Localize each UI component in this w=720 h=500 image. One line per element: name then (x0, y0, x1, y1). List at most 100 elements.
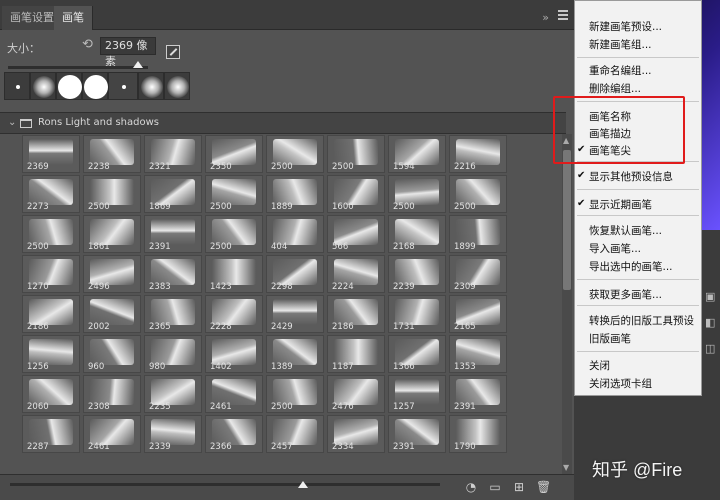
recent-brush-6[interactable] (138, 72, 164, 100)
brush-preset-cell[interactable]: 2186 (22, 295, 80, 333)
brush-preset-cell[interactable]: 2500 (266, 135, 324, 173)
brush-preset-cell[interactable]: 1731 (388, 295, 446, 333)
brush-preset-cell[interactable]: 1594 (388, 135, 446, 173)
brush-preset-cell[interactable]: 2369 (22, 135, 80, 173)
reset-icon[interactable]: ⟲ (82, 37, 96, 52)
brush-preset-cell[interactable]: 2287 (22, 415, 80, 453)
brush-preset-cell[interactable]: 980 (144, 335, 202, 373)
brush-preset-cell[interactable]: 2457 (266, 415, 324, 453)
brush-preset-cell[interactable]: 1790 (449, 415, 507, 453)
brush-preset-cell[interactable]: 1402 (205, 335, 263, 373)
menu-item[interactable]: 恢复默认画笔... (589, 223, 662, 239)
menu-item[interactable]: 新建画笔预设... (589, 19, 662, 35)
recent-brush-3[interactable] (56, 72, 82, 100)
tab-brushes[interactable]: 画笔 (54, 6, 93, 30)
brush-edit-icon[interactable] (166, 45, 180, 59)
brush-preset-cell[interactable]: 566 (327, 215, 385, 253)
recent-brush-7[interactable] (164, 72, 190, 100)
brush-preset-cell[interactable]: 1600 (327, 175, 385, 213)
brush-preset-cell[interactable]: 1869 (144, 175, 202, 213)
size-slider-thumb[interactable] (133, 61, 143, 68)
brush-preset-cell[interactable]: 2002 (83, 295, 141, 333)
menu-item[interactable]: 显示其他预设信息 (589, 169, 673, 185)
brush-preset-cell[interactable]: 1899 (449, 215, 507, 253)
menu-item[interactable]: 显示近期画笔 (589, 197, 652, 213)
brush-preset-cell[interactable]: 2461 (83, 415, 141, 453)
brush-preset-cell[interactable]: 2391 (449, 375, 507, 413)
brush-preset-cell[interactable]: 404 (266, 215, 324, 253)
brush-preset-cell[interactable]: 2321 (144, 135, 202, 173)
collapse-panels-icon[interactable]: » (542, 11, 552, 24)
recent-brush-4[interactable] (82, 72, 108, 100)
thumb-size-slider-thumb[interactable] (298, 481, 308, 488)
menu-item[interactable]: 删除编组... (589, 81, 641, 97)
menu-item[interactable]: 重命名编组... (589, 63, 652, 79)
recent-brush-1[interactable] (4, 72, 30, 100)
brush-preset-cell[interactable]: 2383 (144, 255, 202, 293)
thumb-size-slider[interactable] (10, 483, 440, 486)
panel-menu-icon[interactable] (558, 10, 568, 20)
eye-brush-icon[interactable]: ◔ (464, 480, 478, 494)
brush-preset-cell[interactable]: 2224 (327, 255, 385, 293)
brush-preset-cell[interactable]: 2461 (205, 375, 263, 413)
brush-preset-cell[interactable]: 1889 (266, 175, 324, 213)
brush-preset-cell[interactable]: 2500 (327, 135, 385, 173)
menu-item[interactable]: 旧版画笔 (589, 331, 631, 347)
brush-preset-cell[interactable]: 2350 (205, 135, 263, 173)
brush-preset-cell[interactable]: 2238 (83, 135, 141, 173)
size-input[interactable]: 2369 像素 (100, 37, 156, 68)
brush-preset-cell[interactable]: 2391 (144, 215, 202, 253)
brush-preset-cell[interactable]: 2500 (83, 175, 141, 213)
grid-scrollbar[interactable]: ▲ ▼ (562, 134, 572, 474)
brush-preset-cell[interactable]: 2308 (83, 375, 141, 413)
menu-item[interactable]: 关闭选项卡组 (589, 376, 652, 392)
brush-preset-cell[interactable]: 2309 (449, 255, 507, 293)
trash-icon[interactable]: 🗑 (536, 480, 551, 494)
brush-preset-cell[interactable]: 1256 (22, 335, 80, 373)
menu-item[interactable]: 关闭 (589, 358, 610, 374)
brush-folder-header[interactable]: ⌄ Rons Light and shadows (0, 112, 566, 134)
brush-preset-cell[interactable]: 2239 (388, 255, 446, 293)
brush-preset-cell[interactable]: 1366 (388, 335, 446, 373)
brush-preset-cell[interactable]: 1187 (327, 335, 385, 373)
brush-preset-cell[interactable]: 2273 (22, 175, 80, 213)
scroll-thumb[interactable] (563, 150, 571, 290)
brush-preset-cell[interactable]: 2216 (449, 135, 507, 173)
brush-preset-cell[interactable]: 2500 (205, 215, 263, 253)
brush-preset-cell[interactable]: 2391 (388, 415, 446, 453)
brush-preset-cell[interactable]: 2496 (83, 255, 141, 293)
brush-preset-cell[interactable]: 2334 (327, 415, 385, 453)
brush-preset-cell[interactable]: 2060 (22, 375, 80, 413)
brush-preset-cell[interactable]: 2500 (205, 175, 263, 213)
menu-item[interactable]: 获取更多画笔... (589, 287, 662, 303)
menu-item[interactable]: 新建画笔组... (589, 37, 652, 53)
brush-preset-cell[interactable]: 2365 (144, 295, 202, 333)
brush-preset-cell[interactable]: 2476 (327, 375, 385, 413)
brush-preset-cell[interactable]: 2165 (449, 295, 507, 333)
size-slider[interactable] (8, 66, 148, 69)
brush-preset-cell[interactable]: 2339 (144, 415, 202, 453)
brush-preset-cell[interactable]: 2366 (205, 415, 263, 453)
menu-item[interactable]: 导入画笔... (589, 241, 641, 257)
brush-preset-cell[interactable]: 2186 (327, 295, 385, 333)
brush-preset-cell[interactable]: 1270 (22, 255, 80, 293)
brush-preset-cell[interactable]: 1423 (205, 255, 263, 293)
menu-item[interactable]: 导出选中的画笔... (589, 259, 673, 275)
brush-preset-cell[interactable]: 1257 (388, 375, 446, 413)
new-group-icon[interactable]: ▭ (488, 480, 502, 494)
brush-preset-cell[interactable]: 1353 (449, 335, 507, 373)
brush-preset-cell[interactable]: 2500 (388, 175, 446, 213)
scroll-down-icon[interactable]: ▼ (563, 463, 569, 472)
brush-preset-cell[interactable]: 2298 (266, 255, 324, 293)
brush-preset-cell[interactable]: 2500 (266, 375, 324, 413)
brush-preset-cell[interactable]: 2500 (22, 215, 80, 253)
brush-preset-cell[interactable]: 2500 (449, 175, 507, 213)
tab-brush-settings[interactable]: 画笔设置 (2, 6, 62, 30)
chevron-down-icon[interactable]: ⌄ (8, 117, 16, 128)
brush-preset-cell[interactable]: 2429 (266, 295, 324, 333)
brush-preset-cell[interactable]: 2228 (205, 295, 263, 333)
new-brush-icon[interactable]: ⊞ (512, 480, 526, 494)
brush-preset-cell[interactable]: 1861 (83, 215, 141, 253)
recent-brush-5[interactable] (108, 72, 138, 100)
recent-brush-2[interactable] (30, 72, 56, 100)
